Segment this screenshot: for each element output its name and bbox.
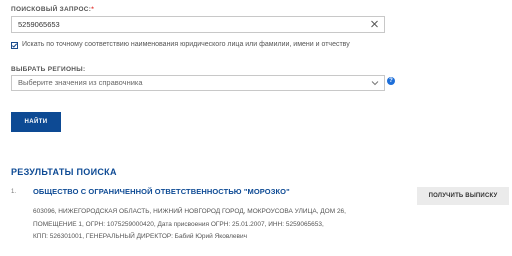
results-title: РЕЗУЛЬТАТЫ ПОИСКА — [11, 167, 117, 177]
company-details-line: ПОМЕЩЕНИЕ 1, ОГРН: 1075259000420, Дата п… — [33, 220, 324, 228]
get-extract-button[interactable]: ПОЛУЧИТЬ ВЫПИСКУ — [417, 187, 509, 205]
search-query-label: ПОИСКОВЫЙ ЗАПРОС:* — [11, 6, 94, 13]
regions-placeholder: Выберите значения из справочника — [18, 78, 143, 87]
help-icon[interactable]: ? — [387, 77, 395, 85]
checkmark-icon — [11, 43, 18, 48]
regions-select[interactable]: Выберите значения из справочника — [11, 75, 385, 91]
company-name-link[interactable]: ОБЩЕСТВО С ОГРАНИЧЕННОЙ ОТВЕТСТВЕННОСТЬЮ… — [33, 187, 290, 196]
clear-icon[interactable] — [370, 17, 379, 32]
search-query-label-text: ПОИСКОВЫЙ ЗАПРОС: — [11, 6, 92, 13]
search-input-value: 5259065653 — [18, 20, 60, 29]
result-number: 1. — [11, 189, 17, 195]
exact-match-label[interactable]: Искать по точному соответствию наименова… — [22, 41, 350, 48]
search-button[interactable]: НАЙТИ — [11, 112, 61, 132]
chevron-down-icon — [371, 81, 379, 86]
required-mark: * — [91, 6, 95, 13]
search-input[interactable]: 5259065653 — [11, 16, 385, 33]
regions-label: ВЫБРАТЬ РЕГИОНЫ: — [11, 66, 86, 73]
company-details: 603096, НИЖЕГОРОДСКАЯ ОБЛАСТЬ, НИЖНИЙ НО… — [33, 206, 413, 244]
company-details-line: КПП: 526301001, ГЕНЕРАЛЬНЫЙ ДИРЕКТОР: Ба… — [33, 233, 248, 240]
company-details-line: 603096, НИЖЕГОРОДСКАЯ ОБЛАСТЬ, НИЖНИЙ НО… — [33, 208, 346, 215]
exact-match-checkbox[interactable] — [11, 42, 18, 49]
